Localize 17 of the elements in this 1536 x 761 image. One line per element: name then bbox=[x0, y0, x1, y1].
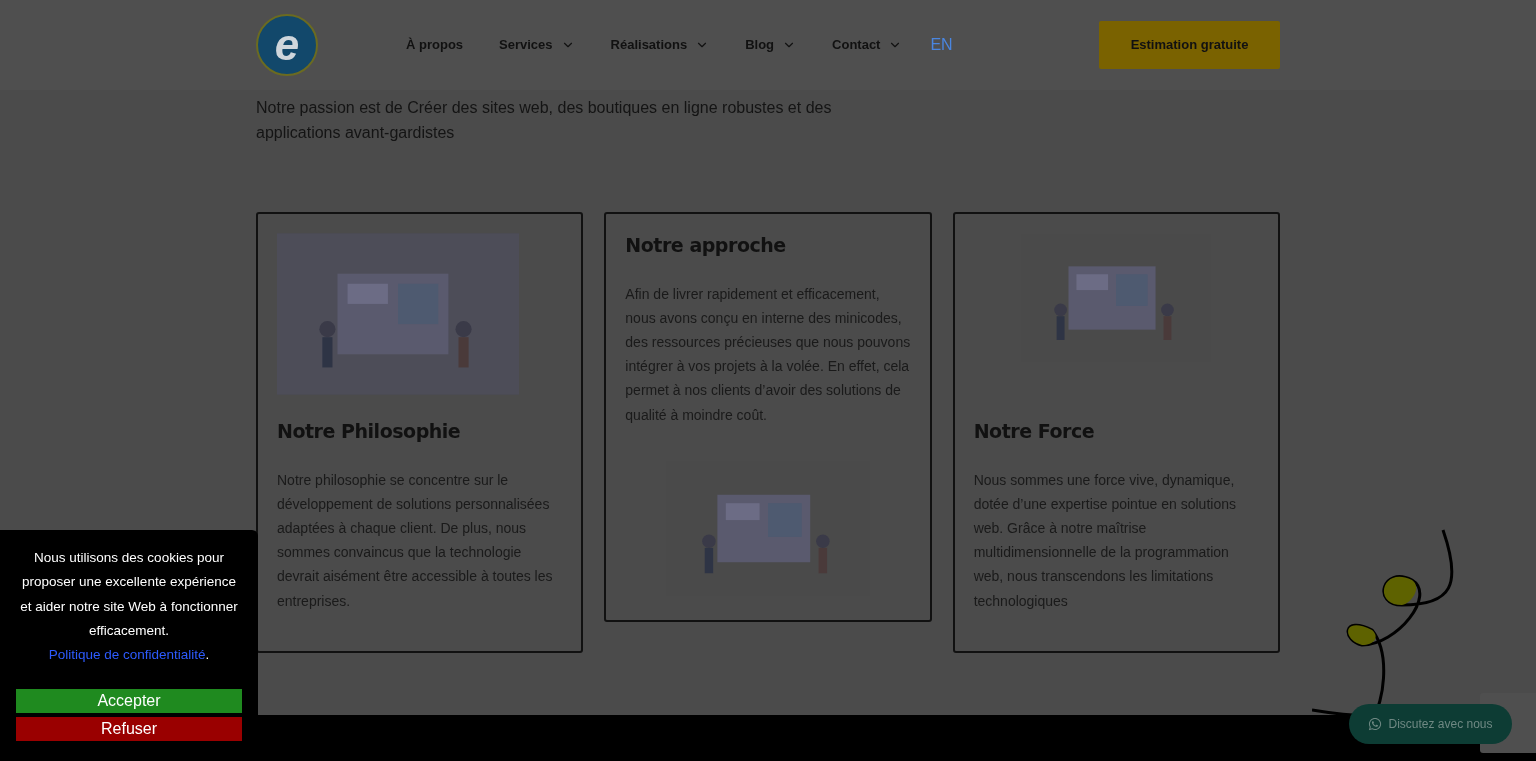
whatsapp-icon bbox=[1368, 717, 1383, 731]
card-title: Notre approche bbox=[625, 233, 787, 258]
nav-link[interactable]: À propos bbox=[406, 35, 464, 55]
card-title: Notre Force bbox=[973, 419, 1096, 444]
nav-link[interactable]: Réalisations bbox=[610, 35, 710, 55]
language-link[interactable]: EN bbox=[930, 33, 953, 57]
card-title: Notre Philosophie bbox=[277, 419, 462, 444]
nav-link[interactable]: Services bbox=[499, 35, 575, 55]
nav-link[interactable]: Contact bbox=[832, 35, 903, 55]
privacy-policy-link[interactable]: Politique de confidentialité bbox=[48, 647, 206, 663]
refuse-button[interactable]: Refuser bbox=[16, 717, 242, 742]
cookie-message: Nous utilisons des cookies pour proposer une excellente expérience et aider notre site Web à fonctionner efficacement. Politique de confidentialité. bbox=[19, 549, 239, 665]
accept-button[interactable]: Accepter bbox=[16, 689, 242, 714]
site-logo[interactable]: e bbox=[256, 14, 318, 76]
nav-link[interactable]: Blog bbox=[745, 35, 797, 55]
chat-button[interactable]: Discutez avec nous bbox=[1349, 704, 1512, 744]
estimate-button[interactable]: Estimation gratuite bbox=[1099, 21, 1280, 69]
